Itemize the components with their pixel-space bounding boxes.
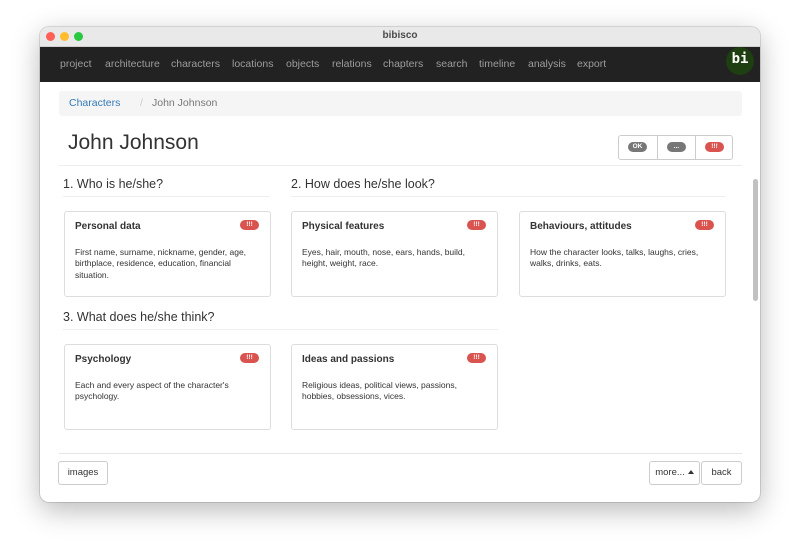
- card-description: Eyes, hair, mouth, nose, ears, hands, bu…: [302, 247, 466, 269]
- status-todo-button[interactable]: !!!: [695, 136, 733, 159]
- card-ideas-passions[interactable]: Ideas and passions !!! Religious ideas, …: [291, 344, 498, 430]
- todo-badge: !!!: [467, 220, 486, 230]
- card-psychology[interactable]: Psychology !!! Each and every aspect of …: [64, 344, 271, 430]
- caret-up-icon: [687, 470, 694, 474]
- nav-architecture[interactable]: architecture: [105, 58, 160, 70]
- status-button-group: OK ... !!!: [618, 135, 733, 160]
- title-divider: [59, 165, 742, 166]
- section-heading-look: 2. How does he/she look?: [291, 177, 435, 191]
- more-button[interactable]: more...: [649, 461, 700, 485]
- card-description: Each and every aspect of the character's…: [75, 380, 229, 402]
- card-behaviours-attitudes[interactable]: Behaviours, attitudes !!! How the charac…: [519, 211, 726, 297]
- images-button[interactable]: images: [58, 461, 108, 485]
- nav-search[interactable]: search: [436, 58, 468, 70]
- todo-badge: !!!: [240, 353, 259, 363]
- more-button-label: more...: [655, 467, 685, 478]
- nav-characters[interactable]: characters: [171, 58, 220, 70]
- todo-badge: !!!: [695, 220, 714, 230]
- nav-project[interactable]: project: [60, 58, 92, 70]
- ok-badge: OK: [628, 142, 647, 152]
- status-in-progress-button[interactable]: ...: [657, 136, 695, 159]
- card-title: Ideas and passions: [302, 354, 395, 365]
- vertical-scrollbar[interactable]: [753, 179, 758, 301]
- card-title: Psychology: [75, 354, 132, 365]
- footer-divider: [59, 453, 742, 454]
- todo-badge: !!!: [705, 142, 724, 152]
- status-ok-button[interactable]: OK: [619, 136, 656, 159]
- section-divider-think: [63, 329, 498, 330]
- breadcrumb: Characters / John Johnson: [59, 91, 742, 116]
- bibisco-logo: bi: [726, 47, 754, 75]
- section-heading-who: 1. Who is he/she?: [63, 177, 164, 191]
- nav-objects[interactable]: objects: [286, 58, 319, 70]
- back-button[interactable]: back: [701, 461, 742, 485]
- breadcrumb-current: John Johnson: [152, 97, 218, 109]
- main-navbar: project architecture characters location…: [40, 47, 760, 82]
- app-window: bibisco project architecture characters …: [40, 27, 760, 502]
- card-title: Behaviours, attitudes: [530, 221, 632, 232]
- card-description: How the character looks, talks, laughs, …: [530, 247, 699, 269]
- breadcrumb-separator: /: [140, 97, 143, 109]
- section-divider-who: [63, 196, 270, 197]
- todo-badge: !!!: [240, 220, 259, 230]
- card-description: First name, surname, nickname, gender, a…: [75, 247, 247, 280]
- window-title: bibisco: [382, 30, 418, 41]
- nav-locations[interactable]: locations: [232, 58, 273, 70]
- nav-chapters[interactable]: chapters: [383, 58, 423, 70]
- page-title: John Johnson: [68, 131, 199, 154]
- breadcrumb-characters-link[interactable]: Characters: [69, 97, 120, 109]
- card-physical-features[interactable]: Physical features !!! Eyes, hair, mouth,…: [291, 211, 498, 297]
- card-title: Physical features: [302, 221, 385, 232]
- section-divider-look: [291, 196, 726, 197]
- nav-timeline[interactable]: timeline: [479, 58, 515, 70]
- nav-export[interactable]: export: [577, 58, 606, 70]
- card-description: Religious ideas, political views, passio…: [302, 380, 457, 402]
- in-progress-badge: ...: [667, 142, 686, 152]
- nav-analysis[interactable]: analysis: [528, 58, 566, 70]
- card-personal-data[interactable]: Personal data !!! First name, surname, n…: [64, 211, 271, 297]
- title-bar: bibisco: [40, 27, 760, 47]
- todo-badge: !!!: [467, 353, 486, 363]
- card-title: Personal data: [75, 221, 141, 232]
- nav-relations[interactable]: relations: [332, 58, 372, 70]
- section-heading-think: 3. What does he/she think?: [63, 310, 215, 324]
